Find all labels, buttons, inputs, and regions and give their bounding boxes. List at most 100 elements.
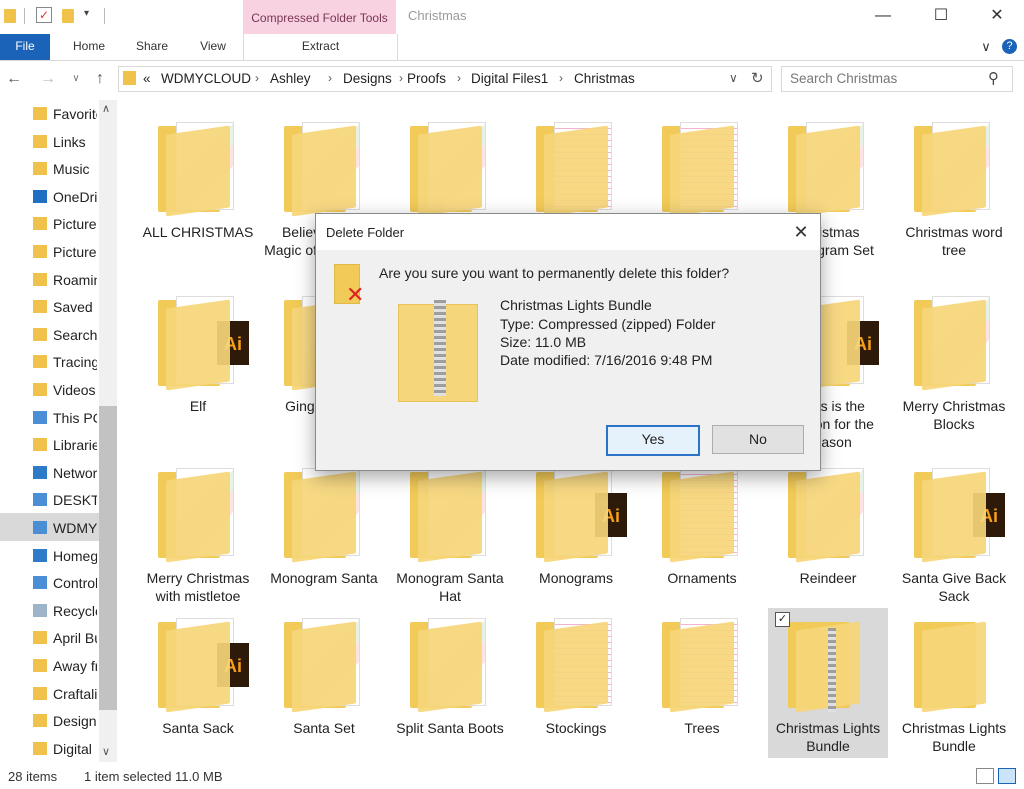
ribbon-expand-icon[interactable]: ∨	[976, 34, 996, 60]
nav-item[interactable]: WDMYCLOUD	[0, 515, 99, 541]
close-button[interactable]: ✕	[974, 0, 1020, 34]
folder-tile-label: Merry Christmas with mistletoe	[146, 570, 250, 604]
folder-tile[interactable]: ALL CHRISTMAS	[138, 112, 258, 262]
folder-tile[interactable]: Santa Set	[264, 608, 384, 758]
nav-item[interactable]: Homegroup	[0, 543, 99, 569]
folder-icon	[33, 686, 47, 700]
folder-tile[interactable]: Split Santa Boots	[390, 608, 510, 758]
address-bar[interactable]: « WDMYCLOUD › Ashley › Designs › Proofs …	[118, 66, 772, 92]
scroll-down-icon[interactable]: ∨	[102, 745, 110, 758]
nav-item[interactable]: Roaming	[0, 267, 99, 293]
folder-tile[interactable]: Merry Christmas with mistletoe	[138, 458, 258, 608]
folder-tile[interactable]: Monogram Santa Hat	[390, 458, 510, 608]
chevron-right-icon[interactable]: ›	[559, 71, 563, 85]
folder-tile[interactable]: Ai Monograms	[516, 458, 636, 608]
up-button[interactable]: ↑	[90, 69, 110, 89]
dropdown-icon[interactable]: ∨	[729, 71, 738, 85]
folder-tile[interactable]: Ai Elf	[138, 286, 258, 436]
minimize-button[interactable]: —	[860, 0, 906, 34]
nav-item-label: Network	[53, 464, 97, 481]
folder-tile[interactable]: Reindeer	[768, 458, 888, 608]
nav-item[interactable]: This PC	[0, 405, 99, 431]
maximize-button[interactable]: ☐	[918, 0, 964, 34]
tab-extract[interactable]: Extract	[243, 34, 398, 60]
nav-item-label: Links	[53, 133, 86, 150]
refresh-icon[interactable]: ↻	[751, 69, 764, 87]
recent-locations-icon[interactable]: ∨	[66, 69, 86, 89]
folder-tile[interactable]: Christmas Lights Bundle	[894, 608, 1014, 758]
nav-item[interactable]: Control Panel	[0, 570, 99, 596]
chevron-right-icon[interactable]: ›	[399, 71, 403, 85]
search-input[interactable]: Search Christmas	[790, 71, 897, 86]
nav-item-label: Craftaliciou	[53, 685, 97, 702]
details-view-icon[interactable]	[976, 768, 994, 784]
tab-home[interactable]: Home	[62, 34, 116, 60]
folder-icon: Ai	[536, 468, 627, 563]
nav-item[interactable]: Tracing	[0, 349, 99, 375]
chevron-right-icon[interactable]: ›	[255, 71, 259, 85]
nav-item[interactable]: Music	[0, 156, 99, 182]
folder-tile[interactable]: Stockings	[516, 608, 636, 758]
onedrive-icon	[33, 189, 47, 203]
folder-tile[interactable]: Christmas word tree	[894, 112, 1014, 262]
scroll-up-icon[interactable]: ∧	[102, 102, 110, 115]
breadcrumb-item[interactable]: Digital Files1	[471, 71, 548, 86]
folder-icon	[788, 468, 868, 563]
nav-item[interactable]: April Bundle	[0, 625, 99, 651]
tab-share[interactable]: Share	[124, 34, 180, 60]
tab-view[interactable]: View	[186, 34, 240, 60]
forward-button[interactable]: →	[38, 69, 58, 89]
folder-tile[interactable]: Monogram Santa	[264, 458, 384, 608]
help-icon[interactable]: ?	[1002, 39, 1017, 54]
chevron-right-icon[interactable]: ›	[457, 71, 461, 85]
selection-checkbox[interactable]: ✓	[775, 612, 790, 627]
new-folder-icon[interactable]	[62, 9, 74, 23]
folder-tile[interactable]: ✓ Christmas Lights Bundle	[768, 608, 888, 758]
folder-tile[interactable]: Ai Santa Give Back Sack	[894, 458, 1014, 608]
folder-tile[interactable]: Merry Christmas Blocks	[894, 286, 1014, 436]
yes-button[interactable]: Yes	[606, 425, 700, 456]
nav-item[interactable]: OneDrive	[0, 184, 99, 210]
breadcrumb-item[interactable]: WDMYCLOUD	[161, 71, 251, 86]
folder-tile[interactable]: Ornaments	[642, 458, 762, 608]
folder-tile[interactable]: Ai Santa Sack	[138, 608, 258, 758]
breadcrumb-item[interactable]: Proofs	[407, 71, 446, 86]
breadcrumb-item[interactable]: Ashley	[270, 71, 311, 86]
nav-item[interactable]: Digital	[0, 736, 99, 762]
nav-item[interactable]: Network	[0, 460, 99, 486]
dialog-close-icon[interactable]: ✕	[788, 219, 814, 245]
chevron-right-icon[interactable]: ›	[328, 71, 332, 85]
folder-icon	[662, 122, 742, 217]
nav-item[interactable]: Recycle Bin	[0, 598, 99, 624]
folder-tile-label: Reindeer	[799, 570, 857, 586]
nav-item[interactable]: Pictures	[0, 239, 99, 265]
nav-item[interactable]: Pictures	[0, 211, 99, 237]
nav-item[interactable]: DESKTOP	[0, 487, 99, 513]
nav-item[interactable]: Designs	[0, 708, 99, 734]
breadcrumb-item[interactable]: Christmas	[574, 71, 635, 86]
nav-item[interactable]: Craftaliciou	[0, 681, 99, 707]
pictures-icon	[33, 217, 47, 231]
nav-item[interactable]: Libraries	[0, 432, 99, 458]
search-box[interactable]: Search Christmas ⚲	[781, 66, 1013, 92]
back-button[interactable]: ←	[4, 69, 24, 89]
breadcrumb-item[interactable]: Designs	[343, 71, 392, 86]
search-icon[interactable]: ⚲	[988, 69, 999, 87]
nav-item-label: Tracing	[53, 354, 97, 371]
nav-item[interactable]: Away from home	[0, 653, 99, 679]
folder-tile-label: Ornaments	[667, 570, 737, 586]
breadcrumb-overflow[interactable]: «	[143, 71, 151, 86]
customize-toolbar-icon[interactable]: ▾	[84, 8, 89, 19]
folder-tile[interactable]: Trees	[642, 608, 762, 758]
large-icons-view-icon[interactable]	[998, 768, 1016, 784]
no-button[interactable]: No	[712, 425, 804, 454]
nav-item[interactable]: Searches	[0, 322, 99, 348]
nav-item[interactable]: Links	[0, 129, 99, 155]
nav-item[interactable]: Saved Games	[0, 294, 99, 320]
nav-item-label: Pictures	[53, 244, 97, 260]
properties-icon[interactable]: ✓	[36, 7, 52, 23]
tab-file[interactable]: File	[0, 34, 50, 60]
nav-item[interactable]: Videos	[0, 377, 99, 403]
nav-item[interactable]: Favorites	[0, 101, 99, 127]
nav-scrollbar-thumb[interactable]	[99, 406, 117, 710]
